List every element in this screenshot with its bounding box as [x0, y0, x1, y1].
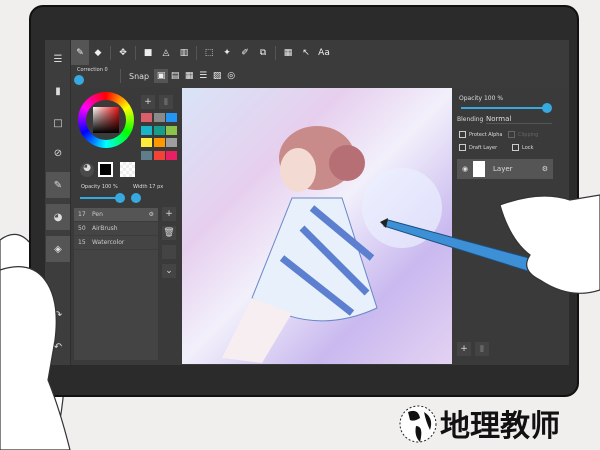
text-tool-icon[interactable]: Aa: [315, 40, 333, 65]
file-icon[interactable]: ▮: [46, 78, 70, 104]
globe-logo: [399, 405, 437, 443]
palette-swatch[interactable]: [141, 125, 152, 135]
brush-opacity-label: Opacity 100 %: [81, 184, 118, 190]
add-layer-button[interactable]: +: [457, 342, 471, 356]
left-thumb-illustration: [0, 266, 71, 450]
panel-icon[interactable]: ▦: [279, 40, 297, 65]
palette-swatch[interactable]: [153, 125, 165, 135]
eraser-tool-icon[interactable]: ◆: [89, 40, 107, 65]
operation-icon[interactable]: ↖: [297, 40, 315, 65]
blending-select[interactable]: Normal: [486, 115, 552, 124]
layer-opacity-slider[interactable]: [461, 107, 547, 109]
brush-panel-icon[interactable]: ✎: [46, 172, 70, 198]
snap-lines-icon[interactable]: ☰: [196, 64, 210, 89]
brush-width-knob[interactable]: [131, 193, 141, 203]
palette-swatch[interactable]: [153, 150, 165, 160]
delete-layer-button[interactable]: ▮: [475, 342, 489, 356]
color-panel-icon[interactable]: ◕: [46, 204, 70, 230]
gradient-tool-icon[interactable]: ▥: [175, 40, 193, 65]
palette-swatch[interactable]: [166, 138, 177, 147]
correction-label: Correction 0: [77, 67, 108, 73]
select-eraser-icon[interactable]: ⧉: [254, 40, 272, 65]
color-square[interactable]: [93, 107, 119, 133]
color-wheel[interactable]: [78, 92, 134, 148]
clipping-checkbox[interactable]: Clipping: [508, 131, 538, 138]
brush-item[interactable]: 17 Pen ⚙: [74, 208, 158, 222]
watermark: 地理教师: [380, 398, 560, 448]
add-brush-button[interactable]: +: [162, 207, 176, 221]
bucket-tool-icon[interactable]: ◬: [157, 40, 175, 65]
palette-swatch[interactable]: [141, 138, 152, 147]
blending-label: Blending: [457, 116, 484, 123]
delete-color-button[interactable]: ▮: [159, 95, 173, 109]
correction-slider-knob[interactable]: [74, 75, 84, 85]
gear-icon: ⚙: [148, 211, 154, 218]
selection-icon[interactable]: □: [46, 110, 70, 136]
palette-swatch[interactable]: [141, 113, 152, 122]
transparent-color-swatch[interactable]: [120, 162, 135, 177]
magic-wand-icon[interactable]: ✦: [218, 40, 236, 65]
snap-parallel-icon[interactable]: ▤: [168, 64, 182, 89]
layer-opacity-knob[interactable]: [542, 103, 552, 113]
menu-icon[interactable]: ☰: [46, 46, 70, 72]
select-pen-icon[interactable]: ✐: [236, 40, 254, 65]
snap-grid-icon[interactable]: ▦: [182, 64, 196, 89]
brush-width-label: Width 17 px: [133, 184, 164, 190]
primary-color-swatch[interactable]: [98, 162, 113, 177]
delete-brush-button[interactable]: 🗑: [162, 226, 176, 240]
palette-icon[interactable]: ◕: [80, 163, 94, 177]
brush-more-button[interactable]: ⌄: [162, 264, 176, 278]
watermark-text: 地理教师: [440, 409, 560, 444]
stylus-hand-illustration: [380, 194, 600, 294]
palette-swatch[interactable]: [153, 138, 165, 147]
snap-diagonal-icon[interactable]: ▨: [210, 64, 224, 89]
lock-checkbox[interactable]: Lock: [512, 144, 533, 151]
brush-opacity-knob[interactable]: [115, 193, 125, 203]
palette-swatch[interactable]: [166, 113, 177, 122]
fill-rect-tool-icon[interactable]: ■: [139, 40, 157, 65]
palette-swatch[interactable]: [141, 150, 152, 160]
snap-label: Snap: [129, 71, 150, 81]
brush-opacity-slider[interactable]: [80, 197, 120, 199]
options-bar: Correction 0 Snap ▣ ▤ ▦ ☰ ▨ ◎: [71, 65, 569, 87]
palette-swatch[interactable]: [166, 150, 177, 160]
protect-alpha-checkbox[interactable]: Protect Alpha: [459, 131, 502, 138]
brush-blank-button[interactable]: [162, 245, 176, 259]
pen-tool-icon[interactable]: ✎: [71, 40, 89, 65]
layer-opacity-label: Opacity 100 %: [459, 95, 504, 102]
correction-control[interactable]: Correction 0: [71, 65, 117, 87]
rotate-canvas-icon[interactable]: ⊘: [46, 140, 70, 166]
palette-swatch[interactable]: [166, 125, 177, 135]
move-tool-icon[interactable]: ✥: [114, 40, 132, 65]
palette-swatch[interactable]: [153, 113, 165, 122]
add-color-button[interactable]: +: [141, 95, 155, 109]
snap-off-icon[interactable]: ▣: [154, 69, 169, 83]
toolbar: ✎ ◆ ✥ ■ ◬ ▥ ⬚ ✦ ✐ ⧉ ▦ ↖ Aa: [71, 40, 569, 65]
draft-layer-checkbox[interactable]: Draft Layer: [459, 144, 497, 151]
snap-circle-icon[interactable]: ◎: [224, 64, 238, 89]
select-tool-icon[interactable]: ⬚: [200, 40, 218, 65]
